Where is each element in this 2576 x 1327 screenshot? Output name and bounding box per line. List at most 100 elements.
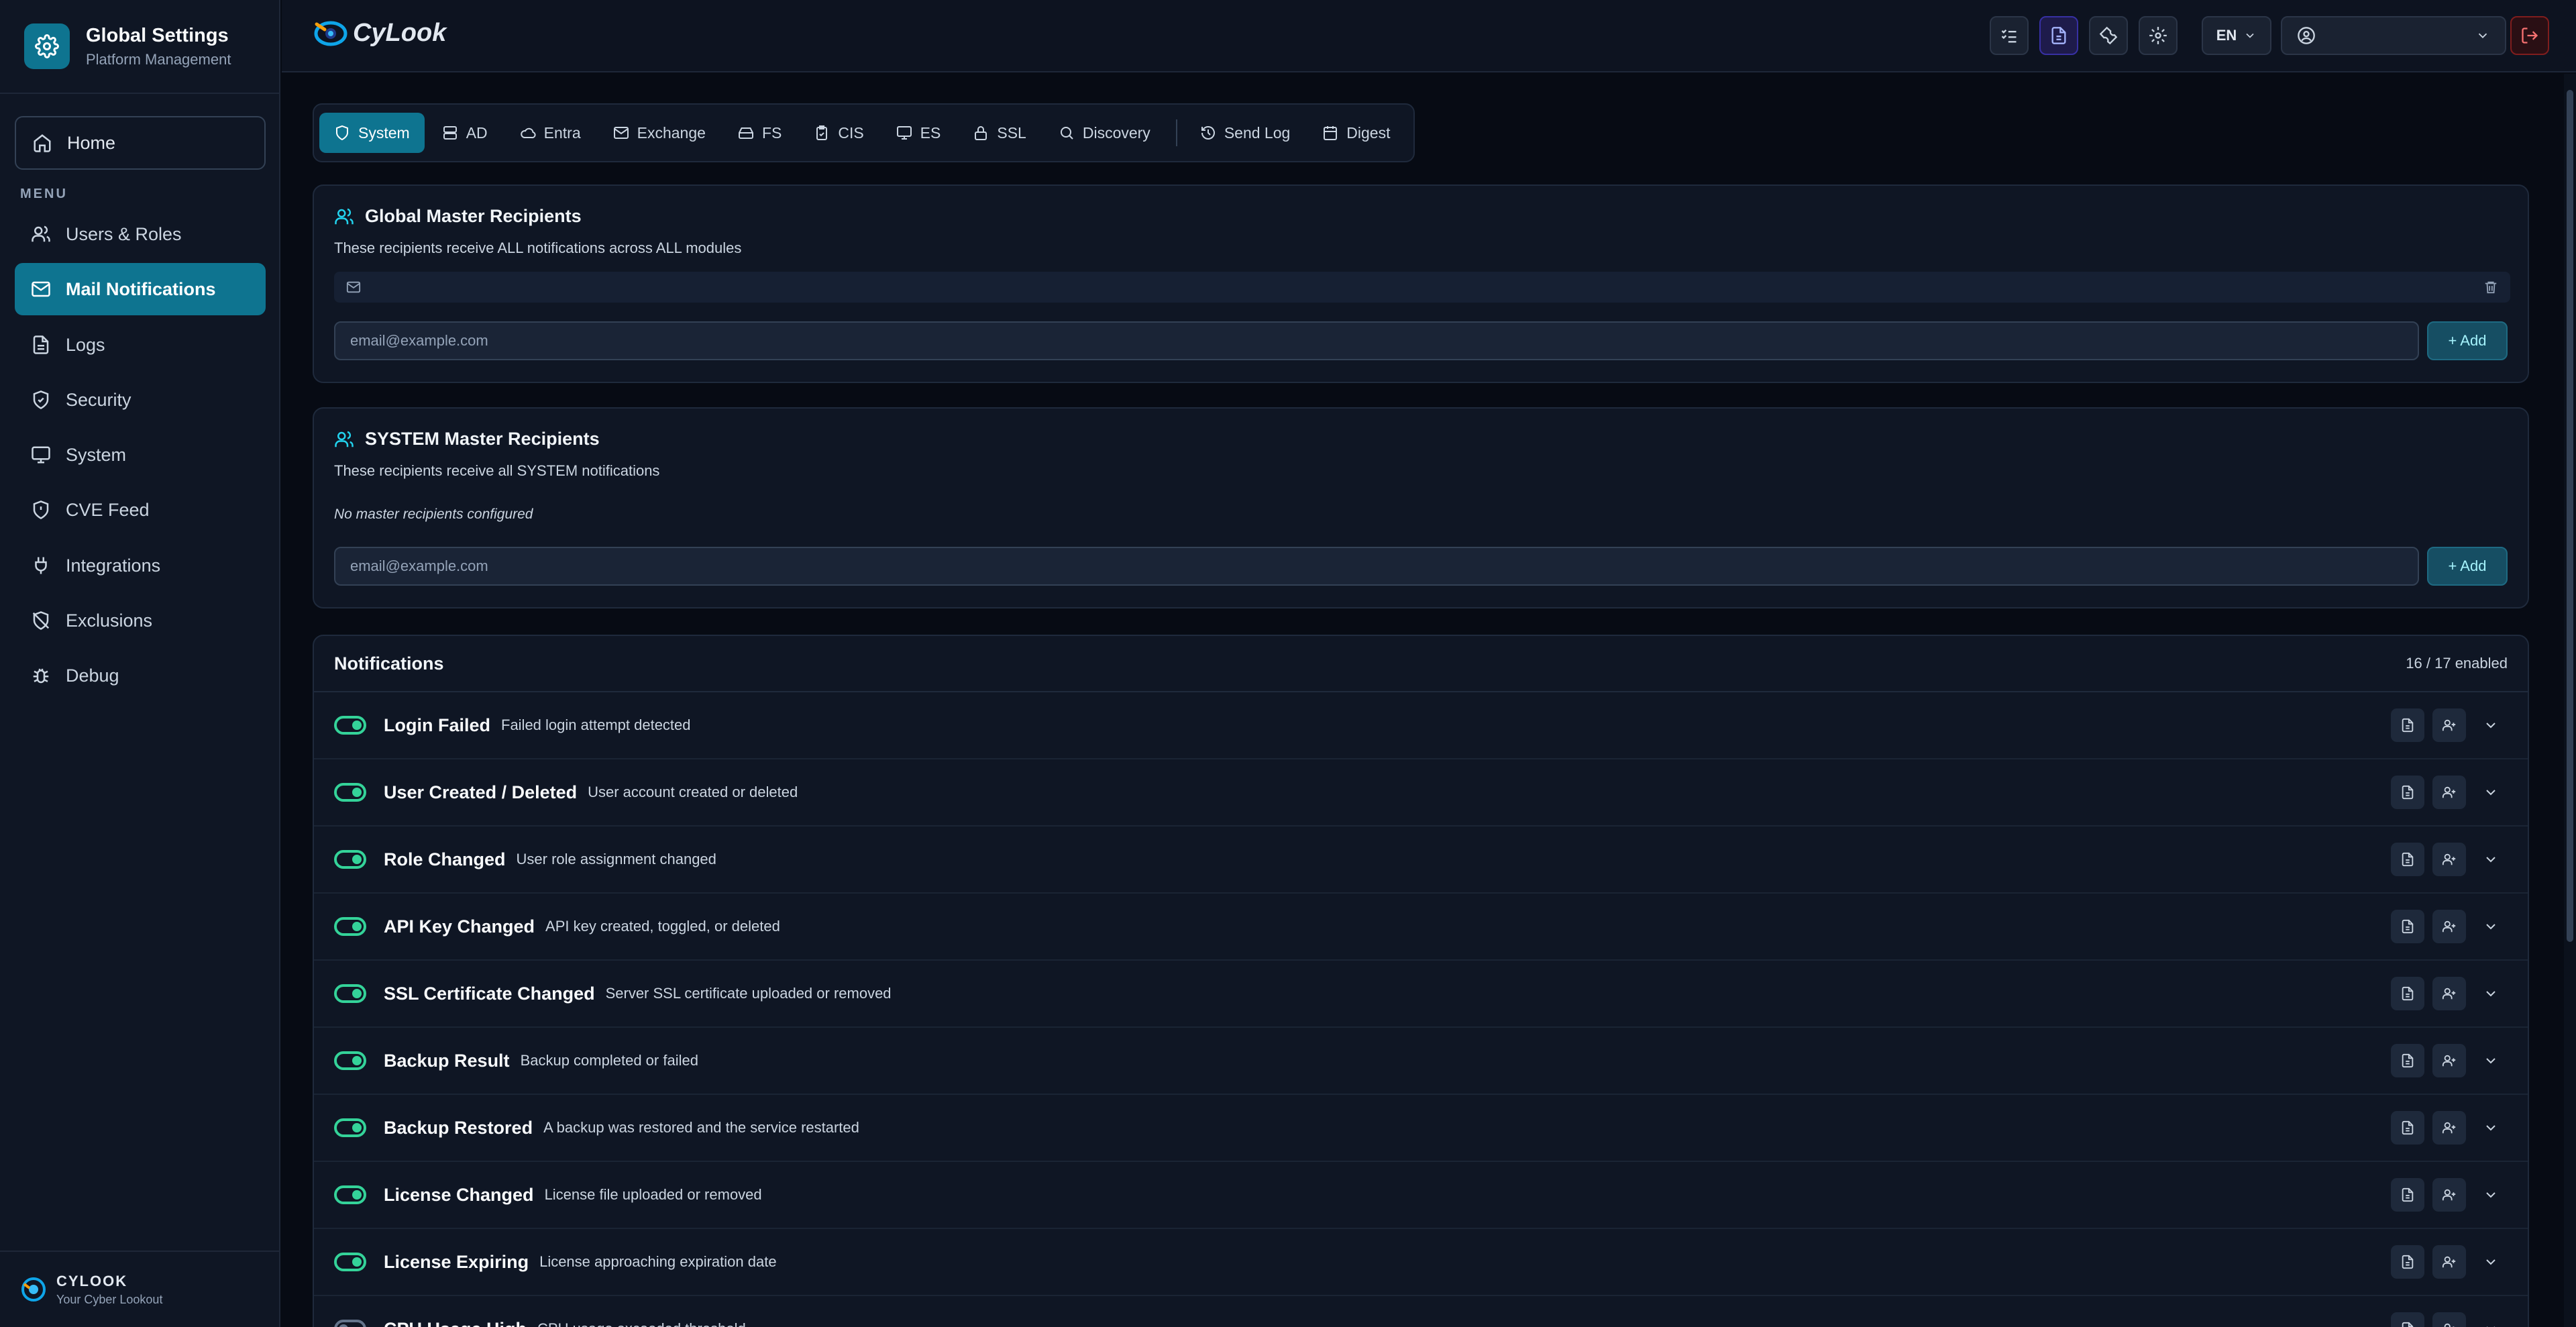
tab-cis[interactable]: CIS xyxy=(799,113,878,153)
add-recipient-button[interactable] xyxy=(2432,910,2466,943)
sidebar-item-cve-feed[interactable]: CVE Feed xyxy=(15,484,266,536)
tab-digest[interactable]: Digest xyxy=(1307,113,1405,153)
notification-row[interactable]: Login Failed Failed login attempt detecte… xyxy=(314,692,2528,759)
template-button[interactable] xyxy=(2391,843,2424,876)
template-button[interactable] xyxy=(2391,910,2424,943)
tab-send-log[interactable]: Send Log xyxy=(1185,113,1305,153)
scrollbar-thumb[interactable] xyxy=(2567,90,2573,942)
notification-toggle[interactable] xyxy=(334,783,366,802)
notification-toggle[interactable] xyxy=(334,1118,366,1137)
expand-button[interactable] xyxy=(2474,708,2508,742)
add-recipient-button[interactable] xyxy=(2432,1111,2466,1145)
sidebar-item-logs[interactable]: Logs xyxy=(15,319,266,371)
language-select[interactable]: EN xyxy=(2202,16,2271,55)
notification-toggle[interactable] xyxy=(334,1320,366,1327)
tab-system[interactable]: System xyxy=(319,113,425,153)
main-scrollbar[interactable] xyxy=(2564,74,2576,1327)
template-button[interactable] xyxy=(2391,776,2424,809)
template-button[interactable] xyxy=(2391,1111,2424,1145)
notification-row[interactable]: Backup Result Backup completed or failed xyxy=(314,1028,2528,1095)
tab-ad[interactable]: AD xyxy=(427,113,502,153)
notification-row[interactable]: Role Changed User role assignment changed xyxy=(314,827,2528,894)
add-recipient-button[interactable] xyxy=(2432,776,2466,809)
notification-toggle[interactable] xyxy=(334,1051,366,1070)
user-plus-icon xyxy=(2442,1120,2457,1135)
template-button[interactable] xyxy=(2391,1312,2424,1327)
system-add-button[interactable]: + Add xyxy=(2427,547,2508,586)
user-plus-icon xyxy=(2442,1322,2457,1327)
system-email-input[interactable] xyxy=(334,547,2419,586)
global-add-button[interactable]: + Add xyxy=(2427,321,2508,360)
notification-actions xyxy=(2383,776,2508,809)
tab-label: Entra xyxy=(543,123,581,142)
expand-button[interactable] xyxy=(2474,1111,2508,1145)
tab-entra[interactable]: Entra xyxy=(505,113,596,153)
add-recipient-button[interactable] xyxy=(2432,1178,2466,1212)
sidebar-item-system[interactable]: System xyxy=(15,429,266,481)
expand-button[interactable] xyxy=(2474,843,2508,876)
notification-row[interactable]: SSL Certificate Changed Server SSL certif… xyxy=(314,961,2528,1028)
template-button[interactable] xyxy=(2391,708,2424,742)
notification-toggle[interactable] xyxy=(334,984,366,1003)
tab-es[interactable]: ES xyxy=(881,113,956,153)
notification-toggle[interactable] xyxy=(334,917,366,936)
template-button[interactable] xyxy=(2391,977,2424,1010)
sidebar-item-users-roles[interactable]: Users & Roles xyxy=(15,208,266,260)
tools-button[interactable] xyxy=(2089,16,2128,55)
notification-row[interactable]: License Expiring License approaching expi… xyxy=(314,1229,2528,1296)
notification-toggle[interactable] xyxy=(334,1185,366,1204)
notification-row[interactable]: CPU Usage High CPU usage exceeded thresho… xyxy=(314,1296,2528,1327)
add-recipient-button[interactable] xyxy=(2432,1312,2466,1327)
template-button[interactable] xyxy=(2391,1178,2424,1212)
expand-button[interactable] xyxy=(2474,1245,2508,1279)
template-button[interactable] xyxy=(2391,1245,2424,1279)
sidebar-item-security[interactable]: Security xyxy=(15,374,266,426)
add-recipient-button[interactable] xyxy=(2432,977,2466,1010)
home-button[interactable]: Home xyxy=(15,116,266,170)
cylook-logo-icon xyxy=(21,1277,46,1302)
notification-actions xyxy=(2383,910,2508,943)
notification-toggle[interactable] xyxy=(334,716,366,735)
logout-button[interactable] xyxy=(2510,16,2549,55)
add-recipient-button[interactable] xyxy=(2432,708,2466,742)
add-recipient-button[interactable] xyxy=(2432,843,2466,876)
sidebar-item-integrations[interactable]: Integrations xyxy=(15,539,266,592)
notification-actions xyxy=(2383,843,2508,876)
tab-exchange[interactable]: Exchange xyxy=(598,113,720,153)
tab-label: AD xyxy=(466,123,488,142)
user-menu[interactable] xyxy=(2281,16,2506,55)
add-recipient-button[interactable] xyxy=(2432,1044,2466,1077)
app-logo[interactable]: CyLook xyxy=(313,15,446,51)
expand-button[interactable] xyxy=(2474,1044,2508,1077)
global-email-input[interactable] xyxy=(334,321,2419,360)
expand-button[interactable] xyxy=(2474,910,2508,943)
add-recipient-button[interactable] xyxy=(2432,1245,2466,1279)
tab-fs[interactable]: FS xyxy=(723,113,796,153)
tab-ssl[interactable]: SSL xyxy=(958,113,1040,153)
expand-button[interactable] xyxy=(2474,1178,2508,1212)
expand-button[interactable] xyxy=(2474,1312,2508,1327)
sidebar-brand: Global Settings Platform Management xyxy=(0,0,279,94)
expand-button[interactable] xyxy=(2474,977,2508,1010)
sidebar-item-exclusions[interactable]: Exclusions xyxy=(15,594,266,647)
notification-actions xyxy=(2383,1178,2508,1212)
document-icon xyxy=(2400,718,2415,733)
sidebar-item-label: Security xyxy=(66,389,131,410)
report-button[interactable] xyxy=(2039,16,2078,55)
notification-row[interactable]: Backup Restored A backup was restored and… xyxy=(314,1095,2528,1162)
notification-row[interactable]: License Changed License file uploaded or … xyxy=(314,1162,2528,1229)
template-button[interactable] xyxy=(2391,1044,2424,1077)
notification-toggle[interactable] xyxy=(334,1253,366,1271)
notification-row[interactable]: User Created / Deleted User account creat… xyxy=(314,759,2528,827)
trash-icon[interactable] xyxy=(2483,280,2498,295)
notification-toggle[interactable] xyxy=(334,850,366,869)
sidebar-item-mail-notifications[interactable]: Mail Notifications xyxy=(15,263,266,315)
expand-button[interactable] xyxy=(2474,776,2508,809)
settings-button[interactable] xyxy=(2139,16,2178,55)
checklist-button[interactable] xyxy=(1990,16,2029,55)
document-icon xyxy=(2400,785,2415,800)
tab-discovery[interactable]: Discovery xyxy=(1044,113,1165,153)
sidebar-item-debug[interactable]: Debug xyxy=(15,649,266,702)
notification-row[interactable]: API Key Changed API key created, toggled,… xyxy=(314,894,2528,961)
notification-actions xyxy=(2383,1245,2508,1279)
